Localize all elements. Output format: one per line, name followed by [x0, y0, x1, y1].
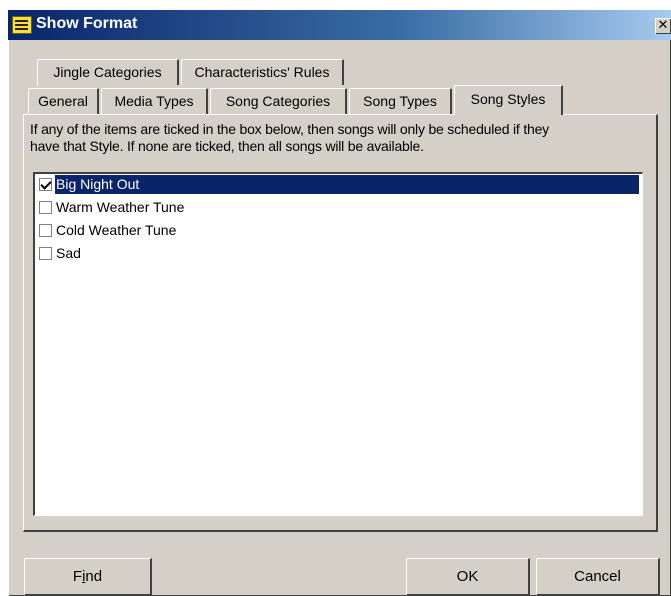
- song-styles-panel: If any of the items are ticked in the bo…: [23, 114, 658, 532]
- checkbox[interactable]: [39, 178, 52, 191]
- list-item[interactable]: Big Night Out: [35, 174, 639, 195]
- ok-button[interactable]: OK: [406, 558, 530, 596]
- description-text: If any of the items are ticked in the bo…: [30, 121, 549, 154]
- tab-jingle-categories[interactable]: Jingle Categories: [37, 59, 179, 85]
- list-item-label: Sad: [56, 245, 81, 261]
- list-item[interactable]: Sad: [35, 243, 639, 264]
- checkbox[interactable]: [39, 247, 52, 260]
- window-title: Show Format: [36, 15, 138, 32]
- list-item-label: Big Night Out: [55, 175, 141, 194]
- styles-checklist[interactable]: Big Night Out Warm Weather Tune Cold Wea…: [33, 172, 643, 516]
- find-button[interactable]: Find: [24, 558, 152, 596]
- close-icon[interactable]: ✕: [655, 18, 671, 34]
- tab-general[interactable]: General: [28, 88, 99, 114]
- tab-media-types[interactable]: Media Types: [101, 88, 208, 114]
- window-app-icon: [12, 16, 32, 34]
- tab-song-types[interactable]: Song Types: [349, 88, 452, 114]
- list-item[interactable]: Warm Weather Tune: [35, 197, 639, 218]
- tab-song-styles[interactable]: Song Styles: [454, 85, 563, 115]
- list-item-label: Cold Weather Tune: [56, 222, 177, 238]
- cancel-button[interactable]: Cancel: [536, 558, 660, 596]
- tab-song-categories[interactable]: Song Categories: [210, 88, 347, 114]
- show-format-dialog: Show Format ✕ Jingle Categories Characte…: [8, 10, 671, 596]
- list-item-label: Warm Weather Tune: [56, 199, 185, 215]
- tab-characteristics-rules[interactable]: Characteristics' Rules: [181, 59, 344, 85]
- checkbox[interactable]: [39, 201, 52, 214]
- list-item[interactable]: Cold Weather Tune: [35, 220, 639, 241]
- title-bar[interactable]: Show Format ✕: [8, 10, 671, 40]
- checkbox[interactable]: [39, 224, 52, 237]
